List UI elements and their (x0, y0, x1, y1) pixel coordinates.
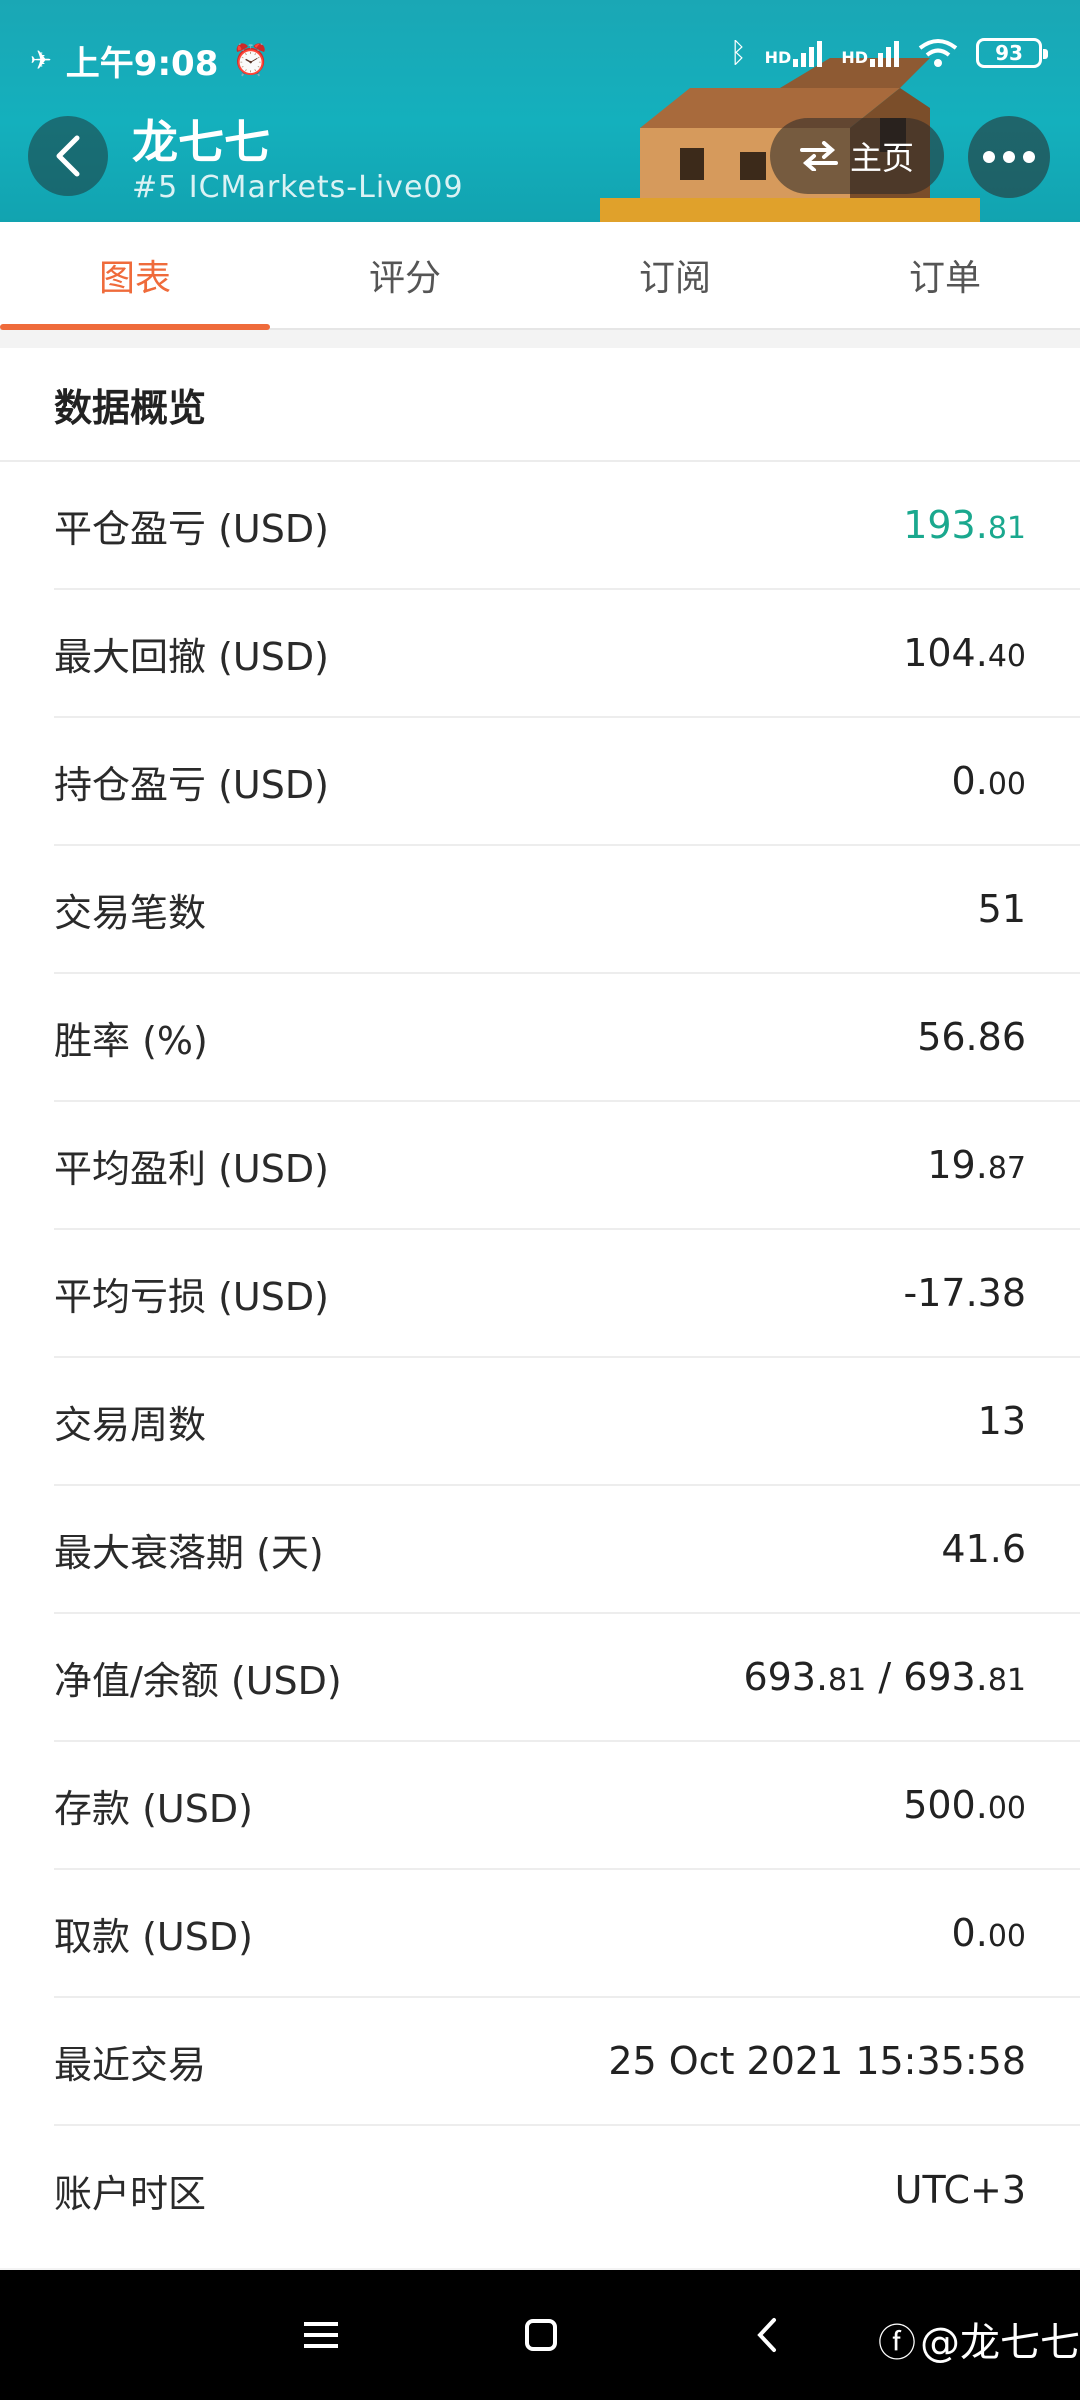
list-item: 存款 (USD) 500.00 (54, 1742, 1080, 1870)
wifi-icon (918, 38, 958, 67)
row-label: 取款 (USD) (54, 1914, 253, 1959)
row-value: 13 (977, 1399, 1026, 1443)
list-item: 平均亏损 (USD) -17.38 (54, 1230, 1080, 1358)
list-item: 胜率 (%) 56.86 (54, 974, 1080, 1102)
tab-subscribe[interactable]: 订阅 (540, 222, 810, 328)
signal-bars-icon (870, 40, 899, 67)
battery-indicator: 93 (976, 37, 1048, 68)
list-item: 取款 (USD) 0.00 (54, 1870, 1080, 1998)
row-value: -17.38 (903, 1271, 1027, 1315)
swap-arrows-icon (799, 141, 838, 171)
row-value: 56.86 (917, 1015, 1026, 1059)
row-label: 胜率 (%) (54, 1018, 208, 1063)
toutiao-logo-icon: ⓕ (878, 2320, 917, 2365)
row-label: 账户时区 (54, 2171, 207, 2216)
profile-name: 龙七七 (132, 115, 270, 169)
bluetooth-icon: ᛒ (729, 36, 747, 69)
list-item: 最大衰落期 (天) 41.6 (54, 1486, 1080, 1614)
tab-bar: 图表 评分 订阅 订单 (0, 222, 1080, 330)
menu-icon[interactable] (296, 2310, 346, 2360)
back-button[interactable] (28, 116, 108, 196)
profile-header: ✈ 上午9:08 ⏰ ᛒ HD HD 93 龙七七 #5 ICMarkets-L… (0, 0, 1080, 222)
overview-list: 平仓盈亏 (USD) 193.81 最大回撤 (USD) 104.40 持仓盈亏… (0, 462, 1080, 2254)
list-item: 净值/余额 (USD) 693.81 / 693.81 (54, 1614, 1080, 1742)
row-label: 交易周数 (54, 1402, 207, 1447)
row-label: 净值/余额 (USD) (54, 1658, 342, 1703)
status-time: 上午9:08 (65, 44, 219, 84)
row-label: 平均亏损 (USD) (54, 1274, 329, 1319)
row-label: 平仓盈亏 (USD) (54, 506, 329, 551)
notification-icon: ✈ (30, 45, 52, 76)
watermark: ⓕ @龙七七 (878, 2310, 1080, 2368)
tab-rating[interactable]: 评分 (270, 222, 540, 328)
account-subtitle: #5 ICMarkets-Live09 (132, 170, 464, 205)
list-item: 平均盈利 (USD) 19.87 (54, 1102, 1080, 1230)
row-label: 交易笔数 (54, 890, 207, 935)
row-value: UTC+3 (894, 2168, 1026, 2212)
row-value: 104.40 (903, 631, 1026, 675)
signal-bars-icon (793, 40, 823, 67)
home-square-icon[interactable] (516, 2310, 566, 2360)
more-button[interactable] (968, 116, 1050, 198)
row-label: 平均盈利 (USD) (54, 1146, 329, 1191)
row-value: 51 (977, 887, 1026, 931)
row-value: 0.00 (951, 1911, 1026, 1955)
ellipsis-icon (983, 151, 995, 163)
signal-2: HD (841, 39, 900, 67)
tab-orders[interactable]: 订单 (810, 222, 1080, 328)
row-label: 最大回撤 (USD) (54, 634, 329, 679)
list-item: 平仓盈亏 (USD) 193.81 (54, 462, 1080, 590)
row-value: 193.81 (903, 503, 1026, 547)
row-value: 41.6 (941, 1527, 1026, 1571)
row-value: 500.00 (903, 1783, 1026, 1827)
status-bar: ✈ 上午9:08 ⏰ ᛒ HD HD 93 (0, 0, 1080, 116)
list-item: 交易笔数 51 (54, 846, 1080, 974)
system-nav-bar: ⓕ @龙七七 (0, 2270, 1080, 2400)
tab-chart[interactable]: 图表 (0, 222, 270, 330)
data-overview-card: 数据概览 平仓盈亏 (USD) 193.81 最大回撤 (USD) 104.40… (0, 348, 1080, 2268)
row-label: 持仓盈亏 (USD) (54, 762, 329, 807)
row-value: 25 Oct 2021 15:35:58 (608, 2039, 1026, 2083)
chevron-left-icon (56, 135, 80, 177)
row-value: 693.81 / 693.81 (743, 1655, 1026, 1699)
row-value: 19.87 (927, 1143, 1026, 1187)
home-button[interactable]: 主页 (770, 118, 944, 194)
row-label: 最近交易 (54, 2042, 207, 2087)
back-triangle-icon[interactable] (742, 2310, 792, 2360)
home-button-label: 主页 (849, 139, 914, 177)
row-value: 0.00 (951, 759, 1026, 803)
list-item: 最近交易 25 Oct 2021 15:35:58 (54, 1998, 1080, 2126)
row-label: 存款 (USD) (54, 1786, 253, 1831)
list-item: 交易周数 13 (54, 1358, 1080, 1486)
list-item: 账户时区 UTC+3 (54, 2126, 1080, 2254)
list-item: 最大回撤 (USD) 104.40 (54, 590, 1080, 718)
row-label: 最大衰落期 (天) (54, 1530, 324, 1575)
list-item: 持仓盈亏 (USD) 0.00 (54, 718, 1080, 846)
alarm-icon: ⏰ (232, 43, 270, 78)
card-title: 数据概览 (0, 348, 1080, 462)
signal-1: HD (765, 39, 824, 67)
